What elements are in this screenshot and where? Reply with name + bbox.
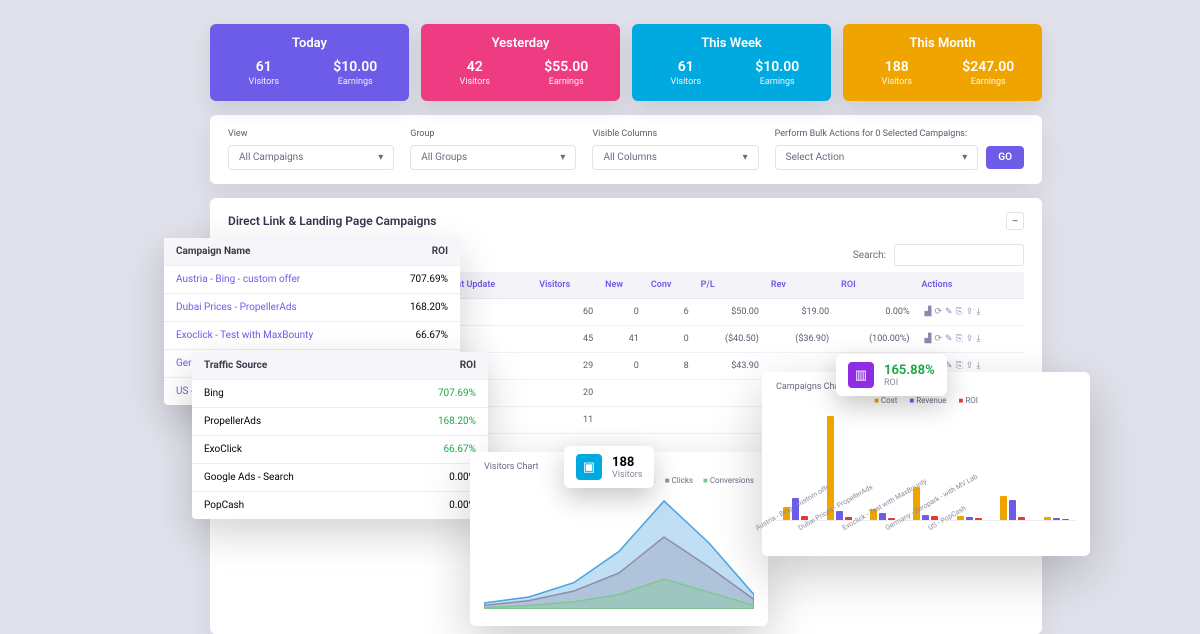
roi-badge-value: 165.88% [884, 363, 935, 378]
go-button[interactable]: GO [986, 146, 1024, 169]
stat-title: Yesterday [429, 36, 612, 51]
stat-earnings: $247.00 [943, 59, 1035, 75]
filters-panel: View All Campaigns▾ Group All Groups▾ Vi… [210, 115, 1042, 184]
visitors-badge-value: 188 [612, 455, 642, 470]
view-label: View [228, 129, 394, 139]
search-label: Search: [853, 250, 886, 261]
bar-group [1041, 517, 1072, 520]
legend-roi: ROI [959, 396, 978, 405]
chevron-down-icon: ▾ [743, 152, 748, 163]
legend-cost: Cost [874, 396, 897, 405]
stat-earnings: $10.00 [310, 59, 402, 75]
roi-badge-label: ROI [884, 378, 935, 388]
stat-visitors: 61 [640, 59, 732, 75]
stat-visitors: 42 [429, 59, 521, 75]
grid-header[interactable]: New [599, 272, 645, 299]
group-select[interactable]: All Groups▾ [410, 145, 576, 170]
campaign-name-header: Campaign Name [164, 238, 382, 266]
bar-group: Dubai Prices - PropellerAds [823, 416, 854, 521]
bulk-label: Perform Bulk Actions for 0 Selected Camp… [775, 129, 1024, 139]
row-actions[interactable]: ▟⟳✎⎘⇪⤓ [916, 299, 1024, 326]
columns-select[interactable]: All Columns▾ [592, 145, 758, 170]
list-item[interactable]: Google Ads - Search0.00% [192, 464, 488, 492]
grid-header[interactable]: Actions [916, 272, 1024, 299]
grid-header[interactable]: ROI [835, 272, 915, 299]
campaigns-chart-card: Campaigns Chart Cost Revenue ROI Austria… [762, 372, 1090, 556]
stat-card[interactable]: Today 61Visitors $10.00Earnings [210, 24, 409, 101]
stat-earnings: $10.00 [732, 59, 824, 75]
stat-visitors: 188 [851, 59, 943, 75]
list-item[interactable]: Exoclick - Test with MaxBounty66.67% [164, 322, 460, 350]
list-item[interactable]: Dubai Prices - PropellerAds168.20% [164, 294, 460, 322]
list-item[interactable]: ExoClick66.67% [192, 436, 488, 464]
chart-icon: ▣ [576, 454, 602, 480]
chart-icon: ▥ [848, 362, 874, 388]
legend-revenue: Revenue [909, 396, 946, 405]
area-chart [484, 489, 754, 609]
stat-card[interactable]: Yesterday 42Visitors $55.00Earnings [421, 24, 620, 101]
grid-header[interactable]: Rev [765, 272, 835, 299]
legend-clicks: Clicks [665, 476, 693, 485]
stat-title: This Week [640, 36, 823, 51]
chevron-down-icon: ▾ [378, 152, 383, 163]
search-input[interactable] [894, 244, 1024, 266]
columns-label: Visible Columns [592, 129, 758, 139]
traffic-source-header: Traffic Source [192, 352, 384, 380]
legend-conversions: Conversions [703, 476, 754, 485]
stat-title: Today [218, 36, 401, 51]
grid-header[interactable]: Visitors [533, 272, 599, 299]
bar-chart: Austria - Bing - custom offerDubai Price… [776, 411, 1076, 521]
list-item[interactable]: PropellerAds168.20% [192, 408, 488, 436]
grid-header[interactable]: P/L [695, 272, 765, 299]
list-item[interactable]: PopCash0.00% [192, 492, 488, 520]
stat-earnings: $55.00 [521, 59, 613, 75]
collapse-button[interactable]: − [1006, 212, 1024, 230]
traffic-source-card: Traffic Source ROI Bing707.69%PropellerA… [192, 352, 488, 519]
stat-card[interactable]: This Month 188Visitors $247.00Earnings [843, 24, 1042, 101]
visitors-badge-label: Visitors [612, 470, 642, 480]
chevron-down-icon: ▾ [560, 152, 565, 163]
roi-header: ROI [384, 352, 488, 380]
row-actions[interactable]: ▟⟳✎⎘⇪⤓ [916, 326, 1024, 353]
stats-row: Today 61Visitors $10.00Earnings Yesterda… [210, 24, 1042, 101]
group-label: Group [410, 129, 576, 139]
roi-header: ROI [382, 238, 460, 266]
stat-title: This Month [851, 36, 1034, 51]
chevron-down-icon: ▾ [962, 152, 967, 163]
list-item[interactable]: Austria - Bing - custom offer707.69% [164, 266, 460, 294]
list-item[interactable]: Bing707.69% [192, 380, 488, 408]
section-title: Direct Link & Landing Page Campaigns [228, 214, 436, 228]
bulk-select[interactable]: Select Action▾ [775, 145, 979, 170]
stat-card[interactable]: This Week 61Visitors $10.00Earnings [632, 24, 831, 101]
roi-badge: ▥ 165.88% ROI [836, 354, 947, 396]
visitors-badge: ▣ 188 Visitors [564, 446, 654, 488]
stat-visitors: 61 [218, 59, 310, 75]
view-select[interactable]: All Campaigns▾ [228, 145, 394, 170]
grid-header[interactable]: Conv [645, 272, 695, 299]
